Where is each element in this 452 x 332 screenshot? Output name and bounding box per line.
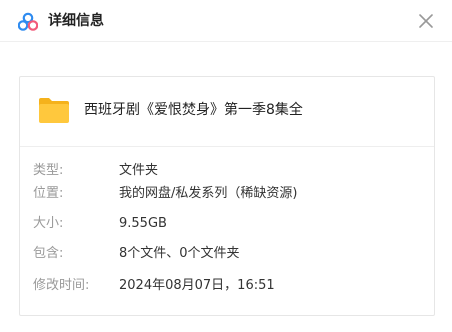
dialog-header: 详细信息 <box>0 0 452 42</box>
file-name: 西班牙剧《爱恨焚身》第一季8集全 <box>84 102 303 118</box>
divider <box>20 146 434 147</box>
detail-value-location-link[interactable]: 我的网盘/私发系列（稀缺资源) <box>119 185 297 203</box>
details-dialog: 详细信息 西班牙剧《爱恨焚身》第一季8集全 类型: 文件夹 位置: 我的网盘/私… <box>0 0 452 332</box>
detail-value: 2024年08月07日，16:51 <box>119 278 275 293</box>
cloud-logo-icon <box>18 12 38 31</box>
folder-icon <box>39 98 69 123</box>
detail-label: 大小: <box>33 216 64 231</box>
file-info-card: 西班牙剧《爱恨焚身》第一季8集全 类型: 文件夹 位置: 我的网盘/私发系列（稀… <box>19 76 435 316</box>
detail-label: 包含: <box>33 246 64 261</box>
detail-label: 修改时间: <box>33 278 90 293</box>
close-icon[interactable] <box>416 11 436 31</box>
detail-value: 文件夹 <box>119 163 159 178</box>
detail-label: 位置: <box>33 186 64 201</box>
detail-value: 9.55GB <box>119 216 167 231</box>
dialog-title: 详细信息 <box>48 13 104 29</box>
detail-value: 8个文件、0个文件夹 <box>119 246 240 261</box>
detail-label: 类型: <box>33 163 64 178</box>
